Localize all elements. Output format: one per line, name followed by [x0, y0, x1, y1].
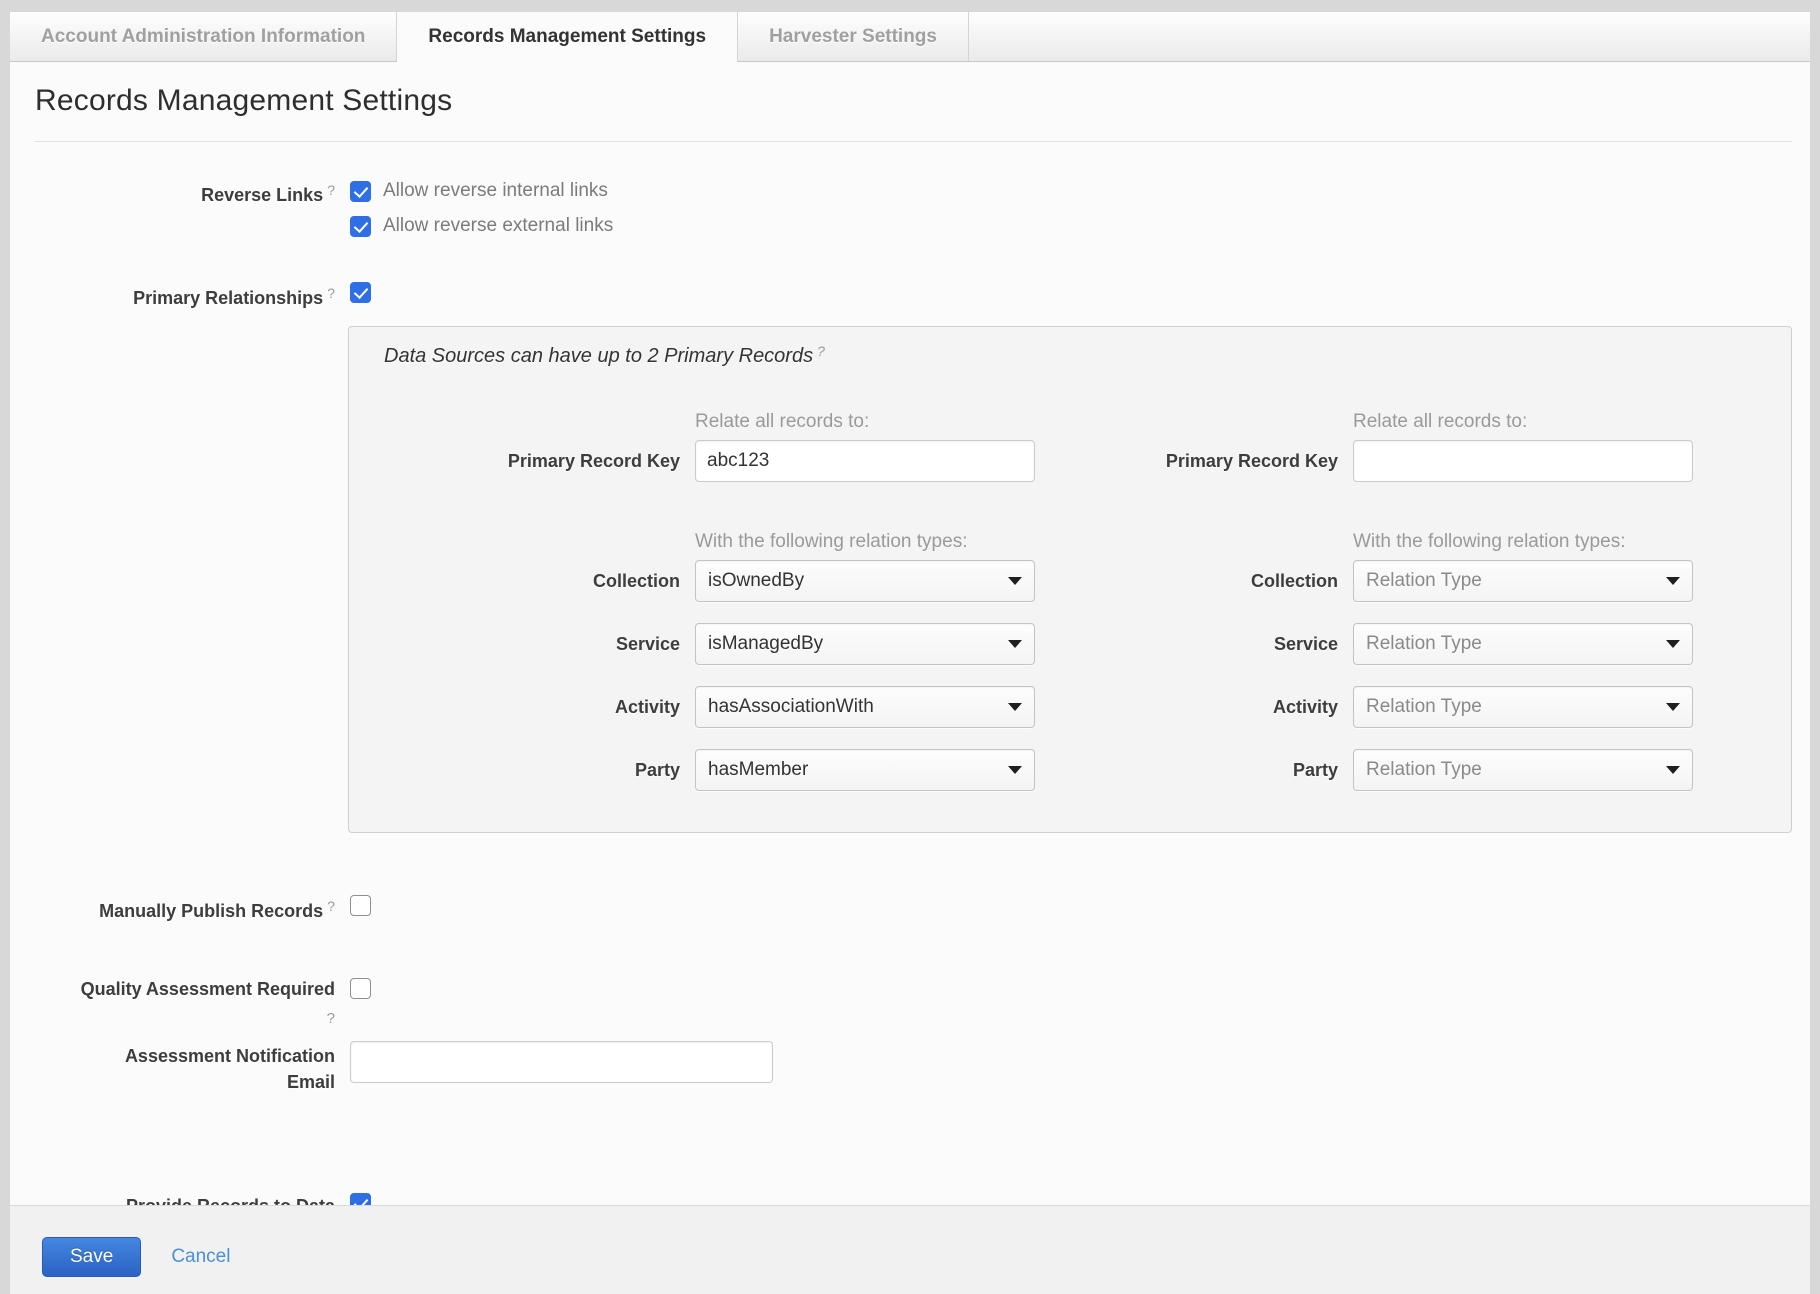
chevron-down-icon [1666, 640, 1680, 648]
chevron-down-icon [1666, 766, 1680, 774]
service-relation-select-2[interactable]: Relation Type [1353, 623, 1693, 665]
activity-relation-select-1[interactable]: hasAssociationWith [695, 686, 1035, 728]
tab-harvester-settings[interactable]: Harvester Settings [738, 12, 969, 61]
service-relation-select-1[interactable]: isManagedBy [695, 623, 1035, 665]
manually-publish-label: Manually Publish Records? [10, 895, 335, 923]
primary-relationships-label: Primary Relationships? [10, 282, 335, 310]
manually-publish-row: Manually Publish Records? [10, 895, 1810, 923]
activity-label: Activity [384, 697, 680, 718]
primary-relationships-checkbox[interactable] [350, 282, 371, 303]
party-relation-select-1[interactable]: hasMember [695, 749, 1035, 791]
panel-columns: Relate all records to: Primary Record Ke… [349, 412, 1791, 791]
tab-label: Records Management Settings [428, 26, 706, 48]
tab-label: Account Administration Information [41, 26, 365, 48]
help-icon[interactable]: ? [327, 898, 335, 914]
activity-relation-select-2[interactable]: Relation Type [1353, 686, 1693, 728]
help-icon[interactable]: ? [327, 182, 335, 198]
primary-relationships-row: Primary Relationships? [10, 282, 1810, 310]
save-button[interactable]: Save [42, 1237, 141, 1277]
quality-assessment-row: Quality Assessment Required ? [10, 978, 1810, 1030]
party-relation-row: Party Relation Type [1042, 749, 1693, 791]
primary-record-column-2: Relate all records to: Primary Record Ke… [1035, 412, 1693, 791]
collection-relation-row: Collection isOwnedBy [384, 560, 1035, 602]
collection-relation-select-2[interactable]: Relation Type [1353, 560, 1693, 602]
chevron-down-icon [1008, 703, 1022, 711]
service-label: Service [1042, 634, 1338, 655]
reverse-links-row: Reverse Links? Allow reverse internal li… [10, 179, 1810, 249]
citation-index-row: Provide Records to Data Citation Index [10, 1193, 1810, 1205]
chevron-down-icon [1008, 640, 1022, 648]
party-label: Party [384, 760, 680, 781]
cancel-link[interactable]: Cancel [171, 1237, 230, 1277]
tab-records-management-settings[interactable]: Records Management Settings [397, 12, 738, 62]
primary-record-key-row: Primary Record Key [384, 440, 1035, 482]
party-label: Party [1042, 760, 1338, 781]
service-label: Service [384, 634, 680, 655]
relation-types-header: With the following relation types: [695, 532, 1035, 552]
relate-all-records-label: Relate all records to: [695, 412, 1035, 432]
title-divider [35, 141, 1792, 142]
primary-record-key-label: Primary Record Key [384, 451, 680, 472]
relate-all-records-label: Relate all records to: [1353, 412, 1693, 432]
collection-relation-row: Collection Relation Type [1042, 560, 1693, 602]
app-window: Account Administration Information Recor… [0, 0, 1820, 1294]
tab-label: Harvester Settings [769, 26, 937, 48]
chevron-down-icon [1008, 577, 1022, 585]
help-icon[interactable]: ? [10, 1007, 335, 1030]
primary-record-column-1: Relate all records to: Primary Record Ke… [349, 412, 1035, 791]
service-relation-row: Service Relation Type [1042, 623, 1693, 665]
checkbox-label: Allow reverse internal links [383, 180, 608, 202]
page-title: Records Management Settings [35, 84, 1810, 118]
chevron-down-icon [1666, 577, 1680, 585]
panel-title: Data Sources can have up to 2 Primary Re… [384, 343, 1791, 368]
activity-label: Activity [1042, 697, 1338, 718]
reverse-links-label: Reverse Links? [10, 179, 335, 207]
activity-relation-row: Activity hasAssociationWith [384, 686, 1035, 728]
tab-bar-filler [969, 12, 1810, 61]
tab-bar: Account Administration Information Recor… [10, 12, 1810, 62]
allow-reverse-internal-links-checkbox[interactable] [350, 181, 371, 202]
relation-types-header: With the following relation types: [1353, 532, 1693, 552]
primary-record-key-input-2[interactable] [1353, 440, 1693, 482]
quality-assessment-checkbox[interactable] [350, 978, 371, 999]
primary-record-key-label: Primary Record Key [1042, 451, 1338, 472]
tab-account-administration-information[interactable]: Account Administration Information [10, 12, 397, 61]
assessment-notification-email-input[interactable] [350, 1041, 773, 1083]
checkbox-label: Allow reverse external links [383, 215, 613, 237]
manually-publish-checkbox[interactable] [350, 895, 371, 916]
citation-index-label: Provide Records to Data Citation Index [10, 1193, 335, 1205]
allow-reverse-external-links-option: Allow reverse external links [350, 214, 613, 238]
reverse-links-options: Allow reverse internal links Allow rever… [350, 179, 613, 249]
party-relation-row: Party hasMember [384, 749, 1035, 791]
help-icon[interactable]: ? [327, 285, 335, 301]
party-relation-select-2[interactable]: Relation Type [1353, 749, 1693, 791]
page-column: Account Administration Information Recor… [10, 12, 1810, 1294]
quality-assessment-label: Quality Assessment Required ? [10, 978, 335, 1030]
citation-index-checkbox[interactable] [350, 1193, 371, 1205]
assessment-email-row: Assessment Notification Email [10, 1043, 1810, 1095]
collection-relation-select-1[interactable]: isOwnedBy [695, 560, 1035, 602]
help-icon[interactable]: ? [817, 343, 825, 359]
collection-label: Collection [1042, 571, 1338, 592]
chevron-down-icon [1008, 766, 1022, 774]
allow-reverse-external-links-checkbox[interactable] [350, 216, 371, 237]
primary-record-key-row: Primary Record Key [1042, 440, 1693, 482]
primary-records-panel: Data Sources can have up to 2 Primary Re… [348, 326, 1792, 833]
collection-label: Collection [384, 571, 680, 592]
service-relation-row: Service isManagedBy [384, 623, 1035, 665]
form-footer: Save Cancel [10, 1205, 1810, 1294]
main-content: Records Management Settings Reverse Link… [10, 62, 1810, 1205]
allow-reverse-internal-links-option: Allow reverse internal links [350, 179, 613, 203]
assessment-email-label: Assessment Notification Email [10, 1043, 335, 1095]
primary-record-key-input-1[interactable] [695, 440, 1035, 482]
chevron-down-icon [1666, 703, 1680, 711]
activity-relation-row: Activity Relation Type [1042, 686, 1693, 728]
